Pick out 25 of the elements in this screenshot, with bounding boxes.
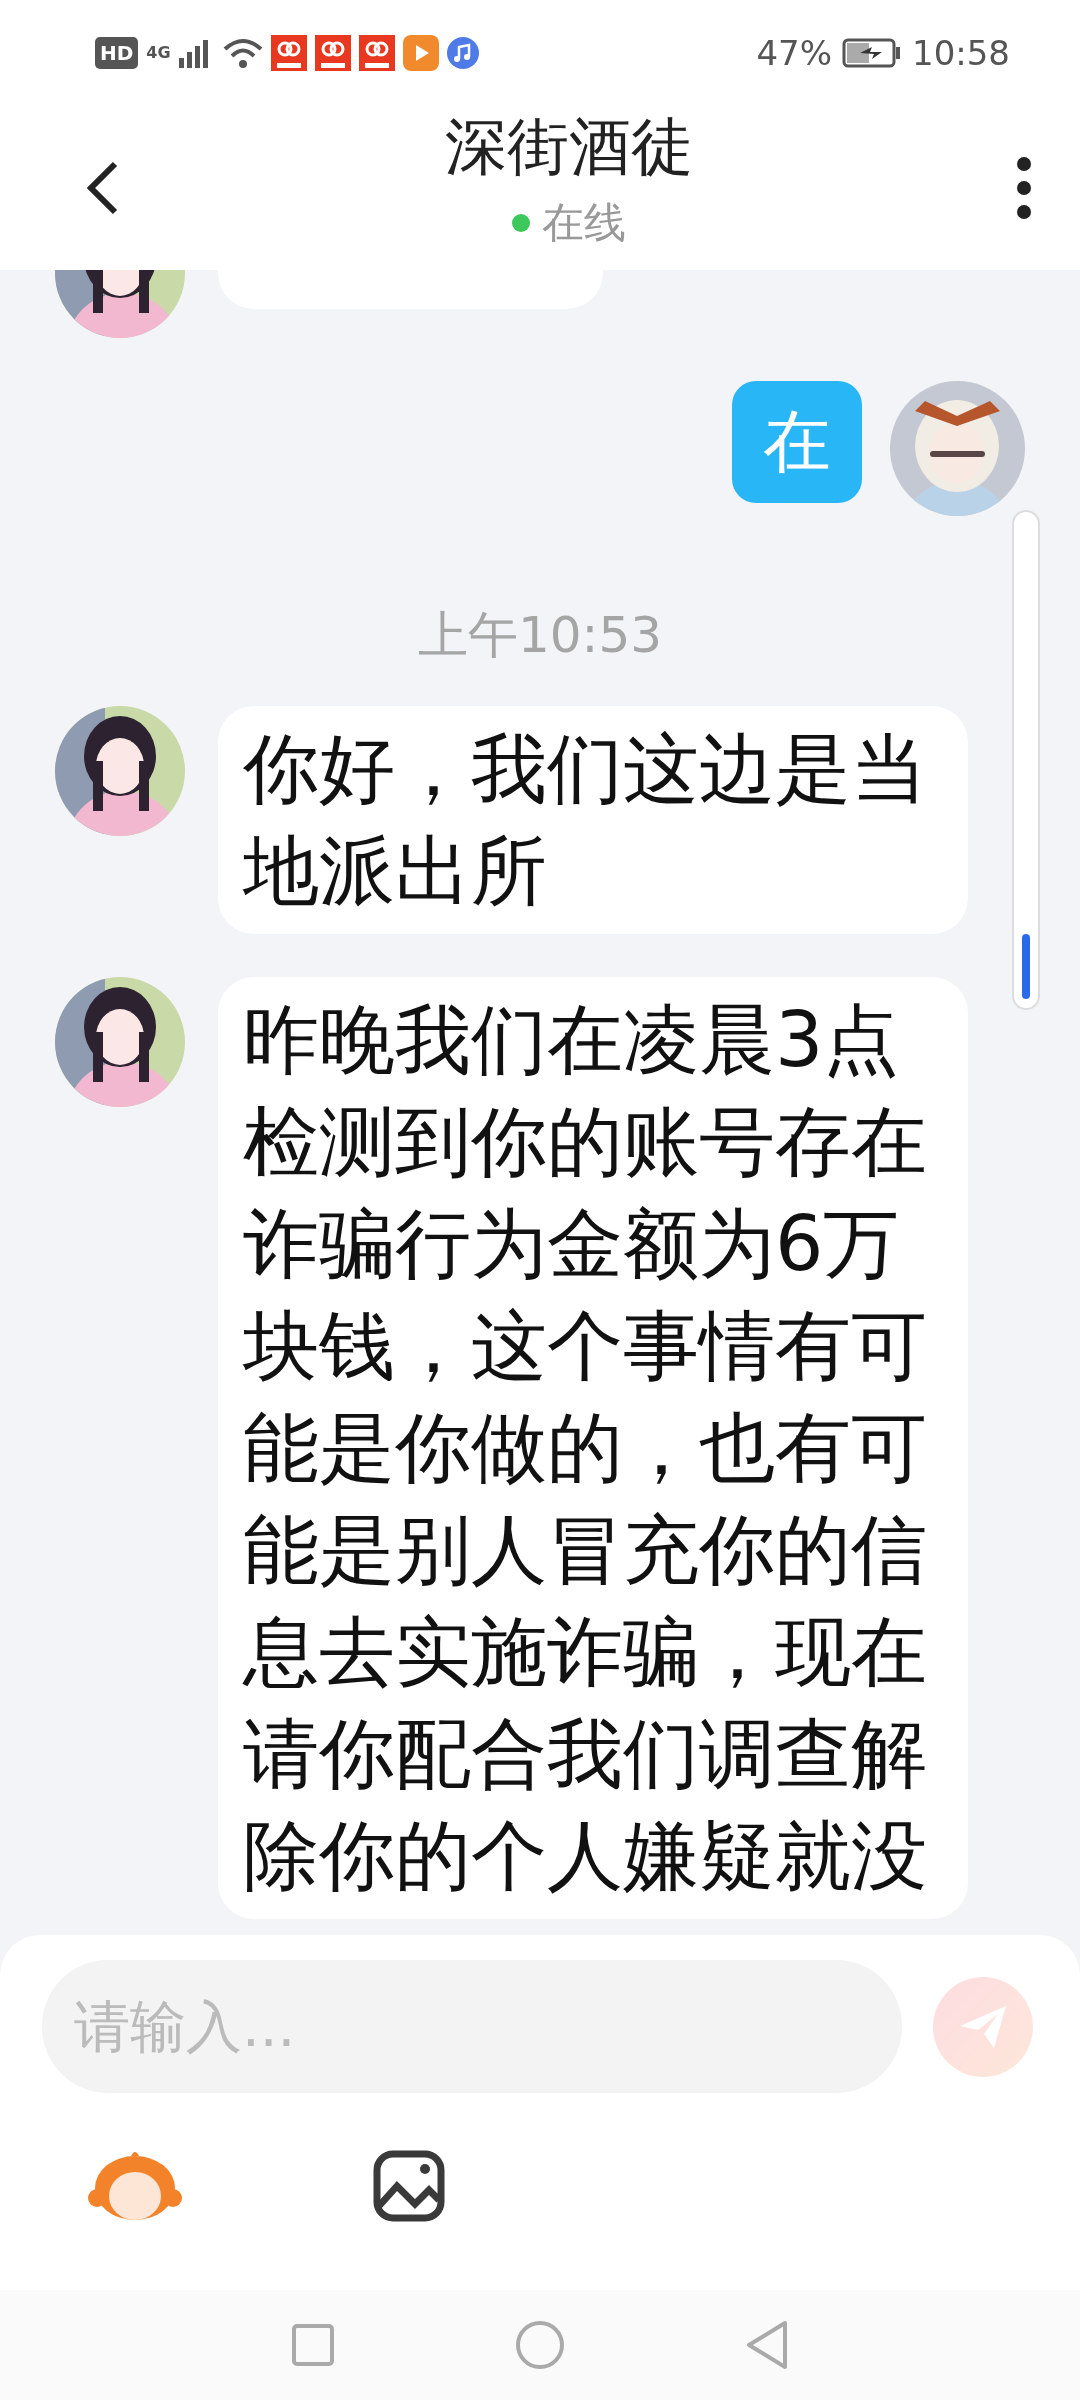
contact-name: 深街酒徒 xyxy=(444,108,693,185)
wifi-icon xyxy=(222,36,263,69)
image-icon[interactable] xyxy=(373,2150,445,2222)
message-bubble: 你好，我们这边是当地派出所 xyxy=(218,706,968,934)
more-button[interactable] xyxy=(1016,155,1032,220)
app-notification-icon xyxy=(270,34,307,71)
clock: 10:58 xyxy=(912,32,1010,73)
app-notification-icon xyxy=(314,34,351,71)
recents-button[interactable] xyxy=(291,2323,335,2367)
paper-plane-icon xyxy=(958,2003,1008,2050)
network-type: 4G xyxy=(146,43,171,62)
online-status: 在线 xyxy=(541,196,626,249)
message-bubble: 昨晚我们在凌晨3点检测到你的账号存在诈骗行为金额为6万块钱，这个事情有可能是你做的，也有可能是别人冒充你的信息去实施诈骗，现在请你配合我们调查解除你的个人嫌疑就没 xyxy=(218,977,968,1919)
battery-percent: 47% xyxy=(756,32,832,73)
music-app-icon xyxy=(446,36,479,69)
scrollbar[interactable] xyxy=(1012,510,1040,1010)
home-button[interactable] xyxy=(515,2320,565,2370)
message-input[interactable]: 请输入... xyxy=(42,1960,902,2093)
video-app-icon xyxy=(402,34,439,71)
message-bubble: 在 xyxy=(732,381,862,503)
battery-charging-icon xyxy=(842,37,902,68)
hd-badge: HD xyxy=(95,36,139,69)
timestamp: 上午10:53 xyxy=(417,605,663,666)
app-notification-icon xyxy=(358,34,395,71)
back-nav-button[interactable] xyxy=(745,2320,789,2370)
